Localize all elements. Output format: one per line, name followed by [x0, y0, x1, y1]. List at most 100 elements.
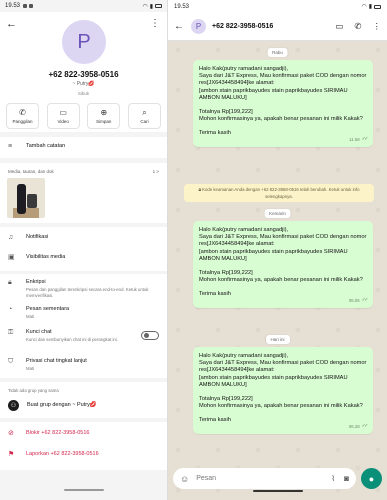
block-icon: ⊘: [8, 430, 14, 437]
message-line: Terima kasih: [199, 291, 231, 298]
media-header[interactable]: Media, tautan, dan dok 1 >: [8, 169, 159, 174]
timer-icon: ◔: [8, 306, 13, 313]
video-call-icon[interactable]: ▭: [335, 21, 343, 32]
lock-icon: 🔒︎: [198, 187, 202, 193]
media-count: 1 >: [152, 169, 159, 174]
lock-icon: 🔒︎: [8, 279, 12, 286]
message-line: Halo Kak(putry ramadani sangadji),: [199, 66, 289, 72]
contact-nickname: ~ Putry💋: [72, 81, 95, 87]
video-icon: ▭: [59, 108, 67, 117]
security-code-notice[interactable]: 🔒︎Kode keamanan Anda dengan +62 822-3958…: [184, 184, 374, 203]
notifications-row[interactable]: ♫ Notifikasi: [0, 234, 167, 242]
status-bar-right: 19.53 ◠ ▮: [168, 0, 387, 13]
message-line: [ambon stain paprikbayudes stain paprikb…: [199, 374, 348, 388]
add-note-row[interactable]: ≡ Tambah catatan: [0, 143, 167, 151]
contact-phone: +62 822-3958-0516: [48, 70, 119, 79]
notification-icon: [23, 4, 28, 8]
search-button[interactable]: ⌕ Cari: [127, 103, 161, 129]
message-time: 06.28: [348, 424, 360, 430]
message-time: 06.05: [348, 298, 360, 304]
contact-header-card: ← ⋮ P +62 822-3958-0516 ~ Putry💋 Sibuk ✆…: [0, 12, 167, 132]
day-chip: Hari ini: [265, 335, 290, 344]
encryption-row[interactable]: 🔒︎ Enkripsi Pesan dan panggilan terenkri…: [0, 279, 167, 298]
message-line: Terima kasih: [199, 130, 231, 137]
report-icon: ⚑: [8, 451, 15, 458]
phone-call-icon[interactable]: ✆: [354, 21, 361, 32]
note-icon: ≡: [8, 143, 13, 150]
message-line: Mohon konfirmasinya ya, apakah benar pes…: [199, 116, 363, 123]
chat-lock-desc: Kunci dan sembunyikan chat ini di perang…: [26, 337, 118, 342]
day-chip: Rabu: [267, 48, 288, 57]
message-line: Saya dari J&T Express, Mau konfirmasi pa…: [199, 234, 367, 248]
message-bubble[interactable]: Halo Kak(putry ramadani sangadji), Saya …: [193, 221, 373, 308]
advanced-privacy-desc: Mati: [26, 366, 35, 371]
media-visibility-row[interactable]: ▣ Visibilitas media: [0, 254, 167, 262]
more-options-icon[interactable]: ⋮: [373, 21, 382, 32]
notifications-label: Notifikasi: [26, 234, 49, 240]
message-line: Halo Kak(putry ramadani sangadji),: [199, 227, 289, 233]
chat-contact-name[interactable]: +62 822-3958-0516: [212, 23, 273, 30]
message-line: Totalnya Rp[199,222]: [199, 396, 253, 403]
gesture-bar[interactable]: [0, 478, 167, 496]
disappearing-row[interactable]: ◔ Pesan sementara Mati: [0, 306, 167, 320]
report-label: Laporkan +62 822-3958-0516: [26, 451, 99, 457]
signal-icon: ▮: [368, 4, 372, 10]
media-thumbnail[interactable]: [7, 178, 45, 218]
avatar[interactable]: P: [62, 20, 106, 64]
message-line: Totalnya Rp[199,222]: [199, 109, 253, 116]
search-icon: ⌕: [142, 108, 147, 117]
wifi-icon: ◠: [361, 4, 367, 10]
danger-section: ⊘ Blokir +62 822-3958-0516 ⚑ Laporkan +6…: [0, 422, 167, 470]
message-bubble[interactable]: Halo Kak(putry ramadani sangadji), Saya …: [193, 347, 373, 434]
wifi-icon: ◠: [142, 3, 148, 10]
block-label: Blokir +62 822-3958-0516: [26, 430, 90, 436]
no-groups-label: Tidak ada grup yang sama: [8, 388, 59, 393]
contact-status: Sibuk: [77, 91, 90, 96]
create-group-row[interactable]: ⚇ Buat grup dengan ~ Putry💋: [0, 400, 167, 411]
notification-section: ♫ Notifikasi ▣ Visibilitas media: [0, 227, 167, 271]
add-note-label: Tambah catatan: [26, 143, 66, 149]
back-arrow-icon[interactable]: ←: [174, 21, 184, 32]
message-line: [ambon stain paprikbayudes stain paprikb…: [199, 248, 348, 262]
battery-icon: [374, 4, 381, 9]
call-label: Panggilan: [12, 119, 33, 124]
message-line: Totalnya Rp[199,222]: [199, 270, 253, 277]
add-note-section: ≡ Tambah catatan: [0, 137, 167, 158]
status-bar: 19.53 ◠ ▮: [0, 0, 167, 12]
message-line: [ambon stain paprikbayudes stain paprikb…: [199, 87, 348, 101]
image-icon: ▣: [8, 254, 15, 261]
shield-icon: ⛉: [8, 358, 14, 365]
call-button[interactable]: ✆ Panggilan: [6, 103, 39, 129]
chat-panel: 19.53 ◠ ▮ ← P +62 822-3958-0516 ▭ ✆ ⋮ Rab…: [168, 0, 387, 500]
day-chip: Kemarin: [264, 209, 291, 218]
save-label: Simpan: [96, 119, 112, 124]
app-icon: [29, 4, 34, 8]
chat-lock-icon: ⚿: [8, 329, 14, 336]
message-line: Saya dari J&T Express, Mau konfirmasi pa…: [199, 73, 367, 87]
save-contact-button[interactable]: ⊕ Simpan: [87, 103, 121, 129]
media-header-label: Media, tautan, dan dok: [8, 169, 54, 174]
status-time: 19.53: [5, 3, 21, 9]
action-buttons: ✆ Panggilan ▭ Video ⊕ Simpan ⌕ Cari: [6, 103, 161, 129]
encryption-desc: Pesan dan panggilan terenkripsi secara e…: [26, 287, 149, 298]
contact-info-panel: 19.53 ◠ ▮ ← ⋮ P +62 822-3958-0516 ~ Putry…: [0, 0, 168, 500]
gesture-bar[interactable]: [168, 479, 387, 497]
chat-avatar[interactable]: P: [191, 19, 206, 34]
message-bubble[interactable]: Halo Kak(putry ramadani sangadji), Saya …: [193, 60, 373, 147]
more-options-icon[interactable]: ⋮: [150, 19, 160, 29]
advanced-privacy-row[interactable]: ⛉ Privasi chat tingkat lanjut Mati: [0, 358, 167, 372]
report-row[interactable]: ⚑ Laporkan +62 822-3958-0516: [0, 451, 167, 459]
read-ticks-icon: ✓✓: [361, 136, 369, 143]
media-visibility-label: Visibilitas media: [26, 254, 66, 260]
message-line: Saya dari J&T Express, Mau konfirmasi pa…: [199, 360, 367, 374]
back-arrow-icon[interactable]: ←: [6, 19, 17, 30]
chat-header: ← P +62 822-3958-0516 ▭ ✆ ⋮: [168, 13, 387, 41]
video-label: Video: [57, 119, 69, 124]
message-line: Mohon konfirmasinya ya, apakah benar pes…: [199, 403, 363, 410]
message-line: Mohon konfirmasinya ya, apakah benar pes…: [199, 277, 363, 284]
block-row[interactable]: ⊘ Blokir +62 822-3958-0516: [0, 430, 167, 438]
status-time-right: 19.53: [174, 3, 190, 10]
video-button[interactable]: ▭ Video: [46, 103, 80, 129]
create-group-label: Buat grup dengan ~ Putry💋: [27, 402, 97, 408]
chat-lock-toggle[interactable]: [141, 331, 159, 340]
